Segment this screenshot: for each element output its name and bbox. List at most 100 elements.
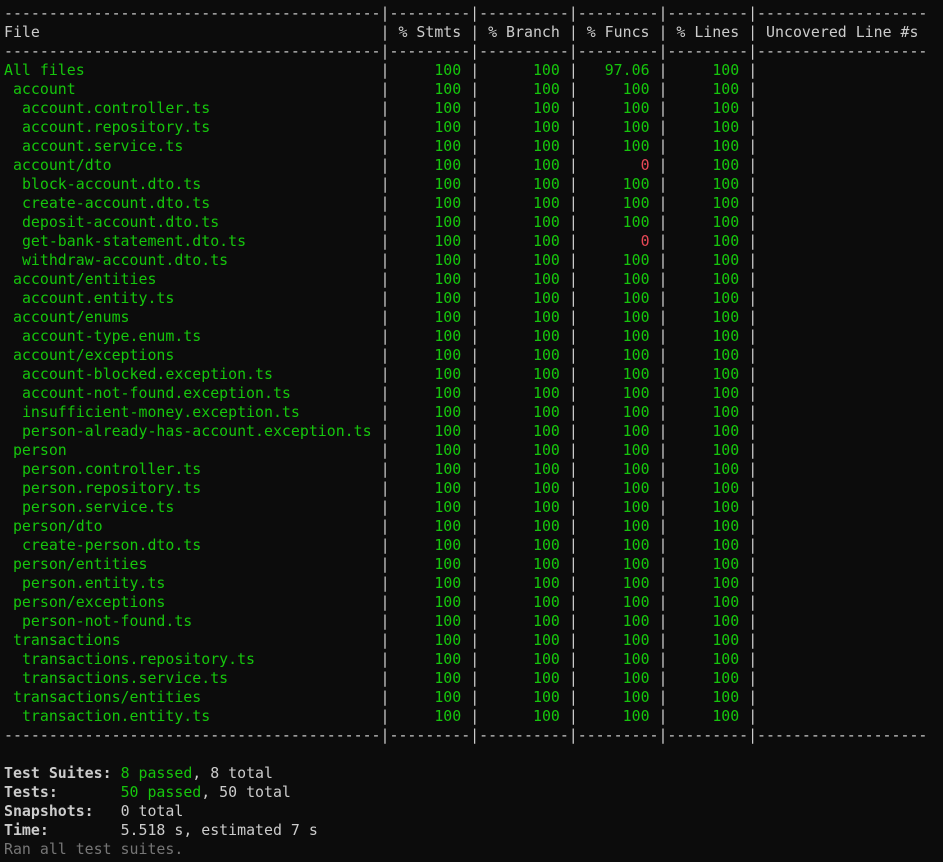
column-separator: | — [470, 270, 480, 288]
pct-branch: 100 — [532, 232, 560, 250]
padding — [578, 441, 623, 459]
pct-lines: 100 — [712, 118, 740, 136]
padding — [560, 460, 569, 478]
column-separator: | — [470, 479, 480, 497]
column-separator: | — [658, 308, 668, 326]
file-name: person/dto — [12, 517, 103, 535]
padding — [461, 384, 470, 402]
padding — [668, 194, 713, 212]
padding — [461, 175, 470, 193]
padding — [49, 821, 121, 839]
padding — [650, 365, 659, 383]
padding — [578, 99, 623, 117]
pct-funcs: 100 — [622, 80, 650, 98]
pct-branch: 100 — [533, 574, 560, 592]
column-separator: | — [568, 498, 578, 516]
padding — [390, 251, 435, 269]
column-separator: | — [658, 403, 668, 421]
padding — [560, 194, 569, 212]
summary-value: , 8 total — [192, 764, 273, 782]
padding — [650, 498, 659, 516]
padding — [668, 99, 713, 117]
pct-funcs: 100 — [622, 270, 650, 288]
column-separator: | — [748, 80, 758, 98]
pct-stmts: 100 — [434, 327, 462, 345]
pct-stmts: 100 — [434, 650, 462, 668]
padding — [650, 194, 659, 212]
file-name: create-account.dto.ts — [21, 194, 211, 212]
column-separator: | — [658, 346, 668, 364]
column-separator: | — [748, 688, 758, 706]
table-row: withdraw-account.dto.ts | 100 | 100 | 10… — [4, 251, 943, 270]
padding — [112, 764, 121, 782]
column-separator: | — [568, 251, 578, 269]
padding — [112, 156, 381, 174]
file-name: All files — [4, 61, 85, 79]
padding — [461, 688, 470, 706]
column-separator: | — [470, 251, 480, 269]
column-separator: | — [470, 422, 480, 440]
uncovered-lines — [757, 194, 766, 212]
column-separator: | — [380, 61, 390, 79]
table-row: account.service.ts | 100 | 100 | 100 | 1… — [4, 137, 943, 156]
summary-value: , 50 total — [201, 783, 291, 801]
padding — [650, 384, 659, 402]
table-border-header: ----------------------------------------… — [4, 42, 928, 60]
column-separator: | — [380, 460, 390, 478]
padding — [668, 346, 713, 364]
column-separator: | — [658, 99, 668, 117]
padding — [390, 441, 435, 459]
column-separator: | — [568, 232, 578, 250]
padding — [210, 194, 380, 212]
pct-funcs: 100 — [622, 707, 650, 725]
pct-branch: 100 — [532, 61, 560, 79]
column-separator: | — [658, 707, 668, 725]
column-separator: | — [748, 460, 758, 478]
pct-lines: 100 — [712, 612, 740, 630]
padding — [650, 232, 659, 250]
summary-value: 5.518 s, estimated 7 s — [120, 821, 318, 839]
column-separator: | — [658, 156, 668, 174]
padding — [578, 479, 623, 497]
padding — [739, 232, 748, 250]
pct-lines: 100 — [712, 555, 740, 573]
column-separator: | — [748, 707, 758, 725]
padding — [668, 156, 713, 174]
column-separator: | — [658, 441, 668, 459]
pct-branch: 100 — [533, 460, 560, 478]
padding — [94, 802, 121, 820]
pct-stmts: 100 — [434, 403, 462, 421]
padding — [390, 555, 435, 573]
file-name: block-account.dto.ts — [21, 175, 202, 193]
column-separator: | — [470, 441, 480, 459]
file-name: account.service.ts — [21, 137, 184, 155]
column-separator: | — [470, 232, 480, 250]
pct-stmts: 100 — [434, 631, 462, 649]
padding — [461, 441, 470, 459]
padding — [739, 384, 748, 402]
pct-branch: 100 — [532, 156, 560, 174]
padding — [165, 593, 380, 611]
column-separator: | — [658, 422, 668, 440]
table-row: transactions.repository.ts | 100 | 100 |… — [4, 650, 943, 669]
column-separator: | — [658, 612, 668, 630]
column-separator: | — [380, 327, 390, 345]
padding — [560, 688, 569, 706]
pct-branch: 100 — [532, 707, 560, 725]
padding — [560, 574, 569, 592]
pct-funcs: 100 — [622, 251, 650, 269]
uncovered-lines — [757, 574, 766, 592]
column-separator: | — [568, 574, 578, 592]
column-separator: | — [658, 270, 668, 288]
column-separator: | — [748, 251, 758, 269]
padding — [390, 327, 435, 345]
column-separator: | — [380, 650, 390, 668]
file-name: person/exceptions — [12, 593, 166, 611]
column-header: File — [4, 23, 381, 41]
